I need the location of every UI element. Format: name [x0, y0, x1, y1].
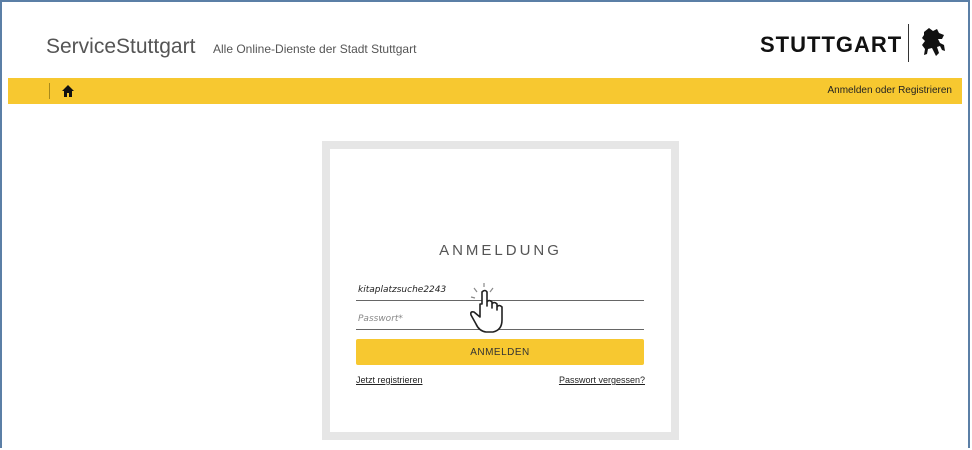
home-icon[interactable]	[61, 84, 75, 98]
password-field[interactable]	[356, 308, 644, 330]
login-card-border: ANMELDUNG ANMELDEN Jetzt registrieren Pa…	[322, 141, 679, 440]
register-link[interactable]: Jetzt registrieren	[356, 375, 423, 385]
nav-bar: Anmelden oder Registrieren	[8, 78, 962, 104]
login-register-link[interactable]: Anmelden oder Registrieren	[827, 85, 952, 96]
login-title: ANMELDUNG	[439, 242, 562, 259]
brand-title[interactable]: ServiceStuttgart	[46, 35, 195, 59]
logo-divider	[908, 24, 909, 62]
nav-divider	[49, 83, 50, 99]
horse-icon	[922, 28, 945, 56]
site-tagline: Alle Online-Dienste der Stadt Stuttgart	[213, 42, 417, 56]
login-card: ANMELDUNG ANMELDEN Jetzt registrieren Pa…	[330, 149, 671, 432]
site-header: ServiceStuttgart Alle Online-Dienste der…	[8, 8, 962, 78]
username-field[interactable]	[356, 279, 644, 301]
forgot-password-link[interactable]: Passwort vergessen?	[559, 375, 645, 385]
login-button[interactable]: ANMELDEN	[356, 339, 644, 365]
stuttgart-logo[interactable]: STUTTGART	[760, 32, 902, 58]
